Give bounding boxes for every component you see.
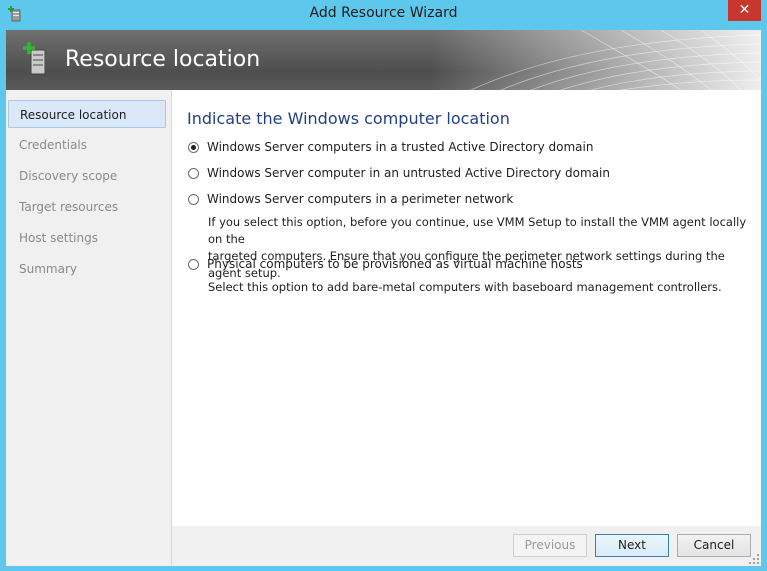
sidebar-item-host-settings[interactable]: Host settings: [8, 224, 166, 252]
page-title: Resource location: [65, 47, 261, 72]
radio-button[interactable]: [188, 167, 199, 179]
option-label: Windows Server computers in a perimeter …: [207, 192, 514, 206]
sidebar-item-credentials[interactable]: Credentials: [8, 131, 166, 159]
sidebar-item-summary[interactable]: Summary: [8, 255, 166, 283]
radio-button[interactable]: [188, 193, 199, 205]
content-panel: Indicate the Windows computer location W…: [172, 90, 761, 526]
close-button[interactable]: ✕: [728, 0, 761, 21]
option-physical-computers[interactable]: Physical computers to be provisioned as …: [188, 255, 583, 273]
radio-button-checked[interactable]: [188, 141, 199, 153]
sidebar-item-resource-location[interactable]: Resource location: [8, 100, 166, 128]
title-bar[interactable]: Add Resource Wizard ✕: [0, 0, 767, 28]
sidebar-item-discovery-scope[interactable]: Discovery scope: [8, 162, 166, 190]
server-add-icon: [23, 42, 46, 75]
window-title: Add Resource Wizard: [309, 5, 458, 21]
option-perimeter-network[interactable]: Windows Server computers in a perimeter …: [188, 190, 513, 208]
perimeter-note-line-1: If you select this option, before you co…: [208, 215, 747, 246]
section-heading: Indicate the Windows computer location: [187, 109, 510, 128]
header-banner: Resource location: [6, 30, 761, 90]
banner-decoration: [431, 30, 761, 90]
option-label: Windows Server computer in an untrusted …: [207, 166, 610, 180]
wizard-window: Add Resource Wizard ✕ Resource location …: [0, 0, 767, 571]
option-untrusted-domain[interactable]: Windows Server computer in an untrusted …: [188, 164, 610, 182]
option-trusted-domain[interactable]: Windows Server computers in a trusted Ac…: [188, 138, 593, 156]
sidebar-item-target-resources[interactable]: Target resources: [8, 193, 166, 221]
option-label: Physical computers to be provisioned as …: [207, 257, 583, 271]
wizard-client-area: Resource location Resource location Cred…: [6, 30, 761, 566]
previous-button[interactable]: Previous: [513, 534, 587, 557]
wizard-steps-sidebar: Resource location Credentials Discovery …: [6, 90, 172, 566]
cancel-button[interactable]: Cancel: [677, 534, 751, 557]
option-label: Windows Server computers in a trusted Ac…: [207, 140, 594, 154]
physical-note: Select this option to add bare-metal com…: [208, 280, 722, 294]
radio-button[interactable]: [188, 258, 199, 270]
resize-grip-icon[interactable]: [749, 554, 759, 564]
next-button[interactable]: Next: [595, 534, 669, 557]
button-bar: Previous Next Cancel: [172, 526, 761, 566]
